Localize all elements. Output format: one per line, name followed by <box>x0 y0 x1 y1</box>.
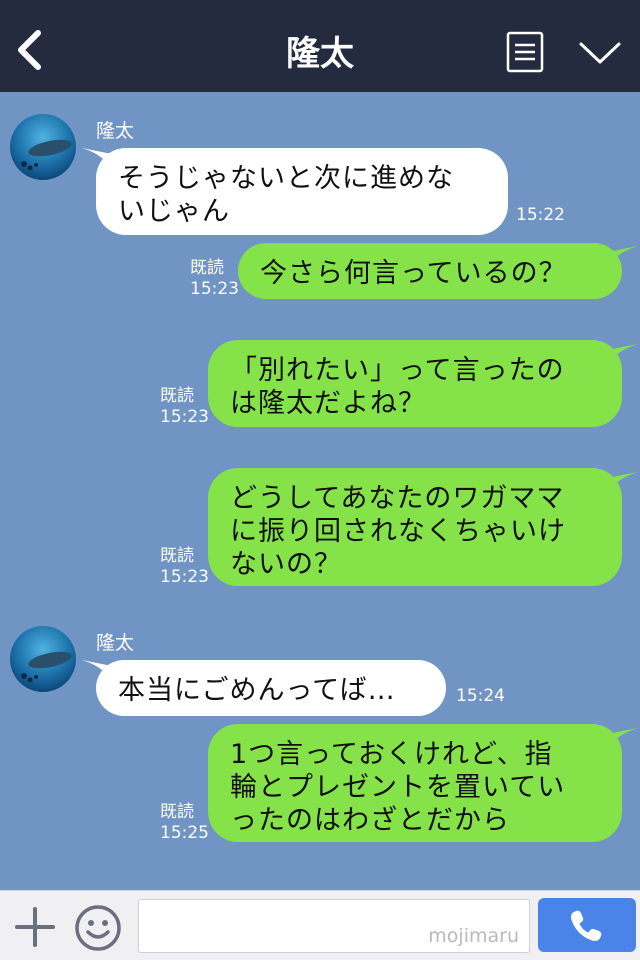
chevron-left-icon[interactable] <box>12 28 48 72</box>
message-time: 15:23 <box>160 407 209 427</box>
message-line: ったのはわざとだから <box>230 805 510 836</box>
message-time: 15:23 <box>190 279 239 299</box>
message-line: は隆太だよね？ <box>230 388 426 419</box>
plus-icon[interactable] <box>14 906 56 948</box>
message-bubble-outgoing[interactable]: どうしてあなたのワガママ に振り回されなくちゃいけ ないの？ <box>208 468 622 586</box>
message-time: 15:24 <box>456 686 505 706</box>
read-receipt: 既読 15:23 <box>160 546 209 588</box>
message-bubble-incoming[interactable]: 本当にごめんってば… <box>96 660 446 716</box>
message-bubble-incoming[interactable]: そうじゃないと次に進めな いじゃん <box>96 148 508 235</box>
call-button[interactable] <box>538 898 636 952</box>
message-line: 本当にごめんってば… <box>118 675 396 706</box>
read-receipt: 既読 15:25 <box>160 802 209 844</box>
message-line: いじゃん <box>118 196 230 227</box>
message-bubble-outgoing[interactable]: 「別れたい」って言ったの は隆太だよね？ <box>208 340 622 427</box>
read-label: 既読 <box>160 386 194 406</box>
avatar-image <box>10 626 76 692</box>
message-time: 15:23 <box>160 567 209 587</box>
avatar[interactable] <box>10 626 76 692</box>
bubble-tail <box>606 344 638 364</box>
message-line: 「別れたい」って言ったの <box>230 355 565 386</box>
message-line: どうしてあなたのワガママ <box>230 483 565 514</box>
read-receipt: 既読 15:23 <box>190 258 239 300</box>
watermark: mojimaru <box>428 925 519 947</box>
bubble-tail <box>606 246 638 266</box>
sender-name: 隆太 <box>96 632 135 654</box>
message-time: 15:22 <box>516 205 565 225</box>
avatar-image <box>10 114 76 180</box>
message-bubble-outgoing[interactable]: 1つ言っておくけれど、指 輪とプレゼントを置いてい ったのはわざとだから <box>208 724 622 842</box>
chat-title: 隆太 <box>286 34 354 74</box>
message-line: 今さら何言っているの？ <box>260 258 567 289</box>
message-bubble-outgoing[interactable]: 今さら何言っているの？ <box>238 243 622 299</box>
chevron-down-icon[interactable] <box>578 38 622 68</box>
message-line: そうじゃないと次に進めな <box>118 163 454 194</box>
smiley-icon[interactable] <box>74 904 122 952</box>
message-line: 輪とプレゼントを置いてい <box>230 772 566 803</box>
read-label: 既読 <box>160 546 194 566</box>
notes-icon[interactable] <box>506 31 544 73</box>
bubble-tail <box>606 472 638 492</box>
input-bar: mojimaru <box>0 890 640 960</box>
sender-name: 隆太 <box>96 120 135 142</box>
phone-icon <box>571 910 602 941</box>
read-label: 既読 <box>160 802 194 822</box>
message-time: 15:25 <box>160 823 209 843</box>
read-receipt: 既読 15:23 <box>160 386 209 428</box>
bubble-tail <box>606 728 638 748</box>
message-line: ないの？ <box>230 549 342 580</box>
message-line: に振り回されなくちゃいけ <box>230 516 566 547</box>
chat-header: 隆太 <box>0 0 640 92</box>
message-line: 1つ言っておくけれど、指 <box>230 739 553 770</box>
read-label: 既読 <box>190 258 224 278</box>
avatar[interactable] <box>10 114 76 180</box>
message-input[interactable]: mojimaru <box>138 899 530 953</box>
